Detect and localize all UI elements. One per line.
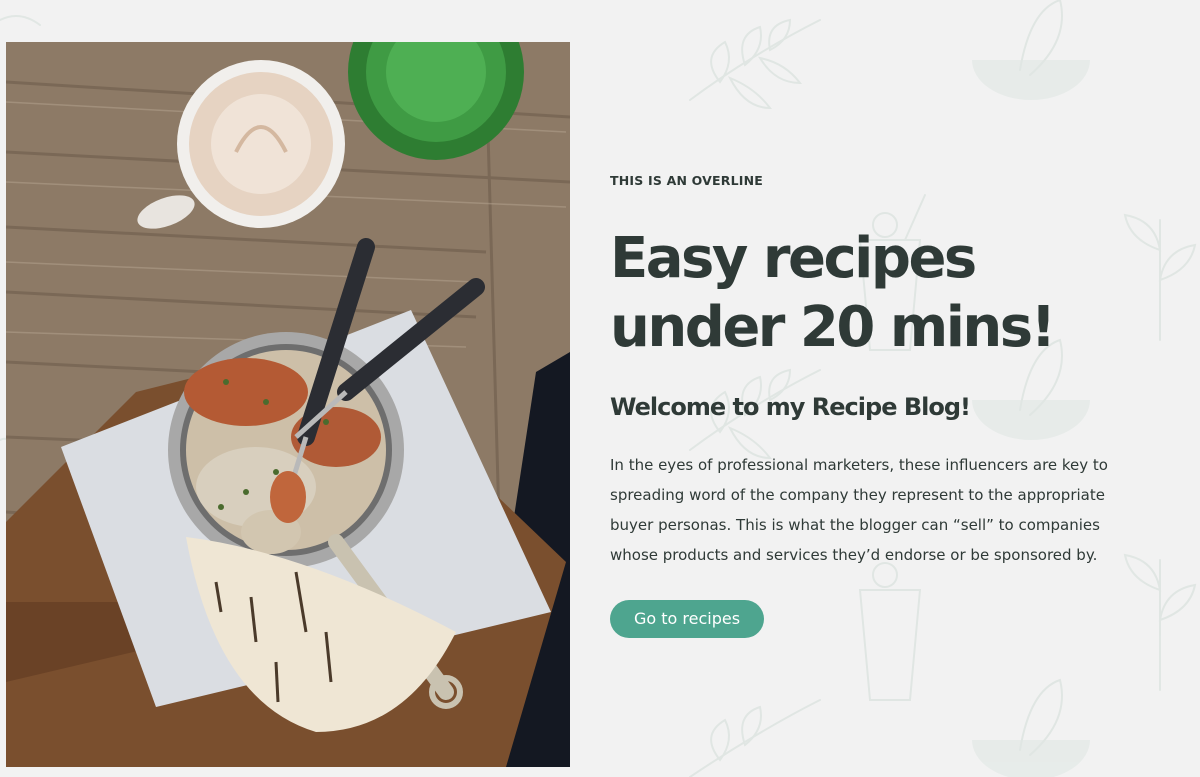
page-title: Easy recipes under 20 mins! [610,226,1056,360]
bowl-icon [972,0,1090,100]
subtitle: Welcome to my Recipe Blog! [610,393,971,421]
go-to-recipes-button[interactable]: Go to recipes [610,600,765,638]
hero-food-photo [6,42,570,767]
leaf-sprig-icon [689,18,821,110]
bowl-icon [972,678,1090,777]
leaf-sprig-icon [689,699,821,777]
overline: THIS IS AN OVERLINE [610,173,764,188]
intro-paragraph: In the eyes of professional marketers, t… [610,456,1108,564]
hero-content: THIS IS AN OVERLINE Easy recipes under 2… [610,172,1150,638]
